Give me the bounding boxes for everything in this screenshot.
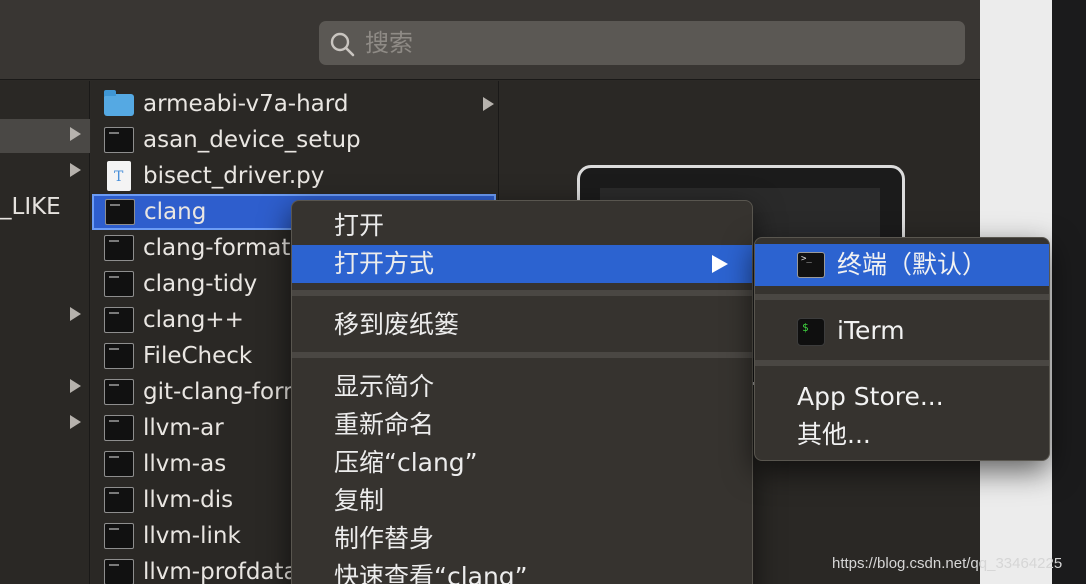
- file-name: clang-format: [143, 235, 291, 261]
- submenu-item-app-store[interactable]: App Store...: [755, 376, 1049, 418]
- menu-item-label: 制作替身: [334, 524, 435, 553]
- menu-separator: [292, 352, 752, 358]
- menu-item-compress[interactable]: 压缩“clang”: [292, 444, 752, 482]
- menu-item-label: 复制: [334, 486, 385, 515]
- menu-separator: [755, 294, 1049, 300]
- chevron-right-icon: [70, 307, 81, 321]
- file-name: llvm-ar: [143, 415, 224, 441]
- menu-separator: [755, 360, 1049, 366]
- menu-separator: [292, 290, 752, 296]
- file-name: asan_device_setup: [143, 127, 361, 153]
- column-1-item-label[interactable]: _LIKE: [0, 193, 61, 221]
- file-row[interactable]: bisect_driver.py: [91, 158, 499, 194]
- submenu-item-label: 其他...: [797, 420, 871, 449]
- file-name: llvm-profdata: [143, 559, 298, 584]
- menu-item-quick-look[interactable]: 快速查看“clang”: [292, 558, 752, 584]
- toolbar: 搜索: [0, 0, 980, 80]
- search-icon: [330, 32, 355, 57]
- menu-item-rename[interactable]: 重新命名: [292, 406, 752, 444]
- menu-item-move-to-trash[interactable]: 移到废纸篓: [292, 306, 752, 344]
- open-with-submenu: 终端（默认） iTerm App Store... 其他...: [754, 237, 1050, 461]
- folder-icon: [104, 90, 134, 116]
- search-placeholder: 搜索: [365, 29, 413, 57]
- python-script-icon: [107, 161, 131, 191]
- executable-icon: [104, 415, 134, 441]
- file-name: armeabi-v7a-hard: [143, 91, 349, 117]
- chevron-right-icon: [70, 379, 81, 393]
- submenu-item-iterm[interactable]: iTerm: [755, 310, 1049, 352]
- menu-item-label: 打开方式: [334, 249, 435, 278]
- menu-item-label: 显示简介: [334, 372, 435, 401]
- terminal-icon: [797, 252, 825, 278]
- chevron-right-icon: [70, 415, 81, 429]
- menu-item-label: 移到废纸篓: [334, 310, 460, 339]
- file-name: clang++: [143, 307, 244, 333]
- watermark: https://blog.csdn.net/qq_33464225: [832, 555, 1063, 572]
- file-row-armeabi[interactable]: armeabi-v7a-hard: [91, 86, 499, 122]
- executable-icon: [104, 379, 134, 405]
- executable-icon: [104, 523, 134, 549]
- file-name: llvm-link: [143, 523, 241, 549]
- submenu-arrow-icon: [712, 255, 728, 273]
- menu-item-open[interactable]: 打开: [292, 207, 752, 245]
- file-name: FileCheck: [143, 343, 253, 369]
- executable-icon: [104, 307, 134, 333]
- desktop-strip: [1052, 0, 1086, 584]
- executable-icon: [104, 451, 134, 477]
- file-name: llvm-as: [143, 451, 227, 477]
- chevron-right-icon: [70, 163, 81, 177]
- file-name: clang: [144, 199, 207, 225]
- submenu-item-other[interactable]: 其他...: [755, 414, 1049, 456]
- executable-icon: [104, 271, 134, 297]
- submenu-item-label: 终端（默认）: [837, 250, 988, 279]
- search-field[interactable]: 搜索: [319, 21, 965, 65]
- file-name: llvm-dis: [143, 487, 234, 513]
- column-1: _LIKE: [0, 81, 90, 584]
- submenu-item-label: App Store...: [797, 382, 944, 411]
- menu-item-label: 重新命名: [334, 410, 435, 439]
- executable-icon: [104, 343, 134, 369]
- menu-item-make-alias[interactable]: 制作替身: [292, 520, 752, 558]
- submenu-item-terminal[interactable]: 终端（默认）: [755, 244, 1049, 286]
- context-menu: 打开 打开方式 移到废纸篓 显示简介 重新命名 压缩“clang” 复制 制作替…: [291, 200, 753, 584]
- menu-item-label: 压缩“clang”: [334, 448, 478, 477]
- executable-icon: [104, 127, 134, 153]
- executable-icon: [104, 559, 134, 584]
- executable-icon: [105, 199, 135, 225]
- submenu-item-label: iTerm: [837, 316, 905, 345]
- iterm-icon: [797, 318, 825, 346]
- menu-item-open-with[interactable]: 打开方式: [292, 245, 752, 283]
- file-name: clang-tidy: [143, 271, 258, 297]
- menu-item-duplicate[interactable]: 复制: [292, 482, 752, 520]
- menu-item-get-info[interactable]: 显示简介: [292, 368, 752, 406]
- executable-icon: [104, 487, 134, 513]
- menu-item-label: 快速查看“clang”: [334, 562, 528, 584]
- file-row[interactable]: asan_device_setup: [91, 122, 499, 158]
- executable-icon: [104, 235, 134, 261]
- menu-item-label: 打开: [334, 211, 385, 240]
- chevron-right-icon: [70, 127, 81, 141]
- file-name: bisect_driver.py: [143, 163, 325, 189]
- chevron-right-icon: [483, 97, 494, 111]
